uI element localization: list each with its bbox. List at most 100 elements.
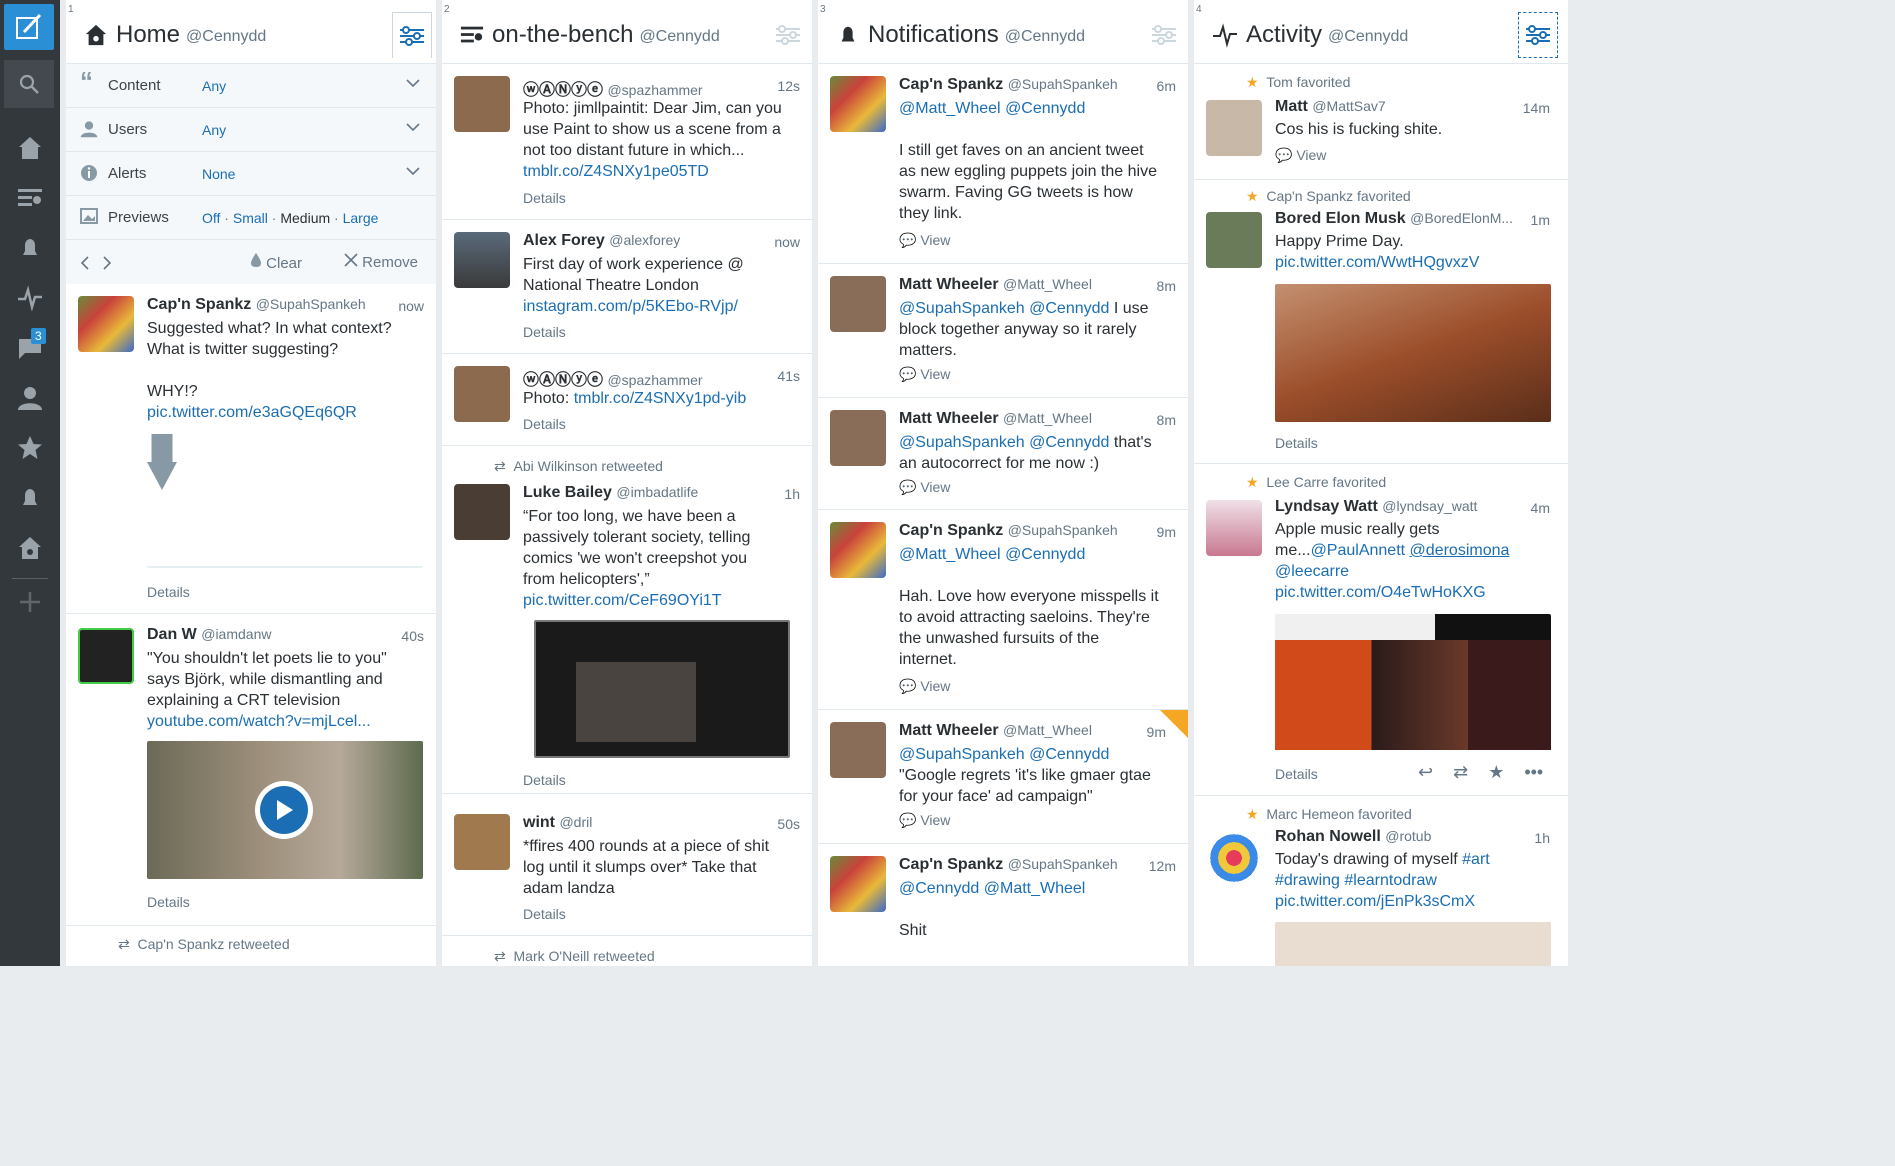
view-conversation[interactable]: 💬 View [899,812,950,829]
tweet-time[interactable]: now [774,234,800,250]
activity-item[interactable]: ★ Cap'n Spankz favorited Bored Elon Musk… [1194,180,1568,464]
tweet-author-name[interactable]: Bored Elon Musk [1275,210,1406,227]
mention-link[interactable]: @Matt_Wheel [899,546,1001,563]
alerts-filter-row[interactable]: Alerts None [66,152,436,196]
tweet-link[interactable]: pic.twitter.com/O4eTwHoKXG [1275,584,1486,601]
tweet-time[interactable]: 1h [784,486,800,502]
avatar[interactable] [830,76,886,132]
users-value[interactable]: Any [202,122,226,138]
avatar[interactable] [830,522,886,578]
retweeted-by[interactable]: Cap'n Spankz retweeted [138,936,290,952]
tweet-time[interactable]: 4m [1531,500,1550,516]
tweet-author-handle[interactable]: @spazhammer [607,82,702,98]
tweet[interactable]: Cap'n Spankz @SupahSpankeh 9m @Matt_Whee… [818,510,1188,710]
hashtag-link[interactable]: #art [1462,851,1490,868]
tweet-details-link[interactable]: Details [1275,435,1318,451]
tweet-author-handle[interactable]: @Matt_Wheel [1003,276,1092,292]
nav-home-2[interactable] [0,526,60,570]
tweet-author-handle[interactable]: @SupahSpankeh [1008,76,1118,92]
tweet-time[interactable]: 14m [1523,100,1550,116]
preview-medium[interactable]: Medium [280,210,330,226]
tweet-time[interactable]: 9m [1157,524,1176,540]
mention-link[interactable]: @SupahSpankeh [899,300,1025,317]
nav-messages[interactable]: 3 [0,326,60,370]
mention-link[interactable]: @Cennydd [899,880,979,897]
preview-off[interactable]: Off [202,210,220,226]
tweet-author-handle[interactable]: @lyndsay_watt [1382,498,1477,514]
tweet-time[interactable]: 12s [777,78,800,94]
tweet[interactable]: ⓦⒶⓃⓨⓔ @spazhammer 41s Photo: tmblr.co/Z4… [442,354,812,446]
avatar[interactable] [1206,100,1262,156]
tweet-time[interactable]: 8m [1157,412,1176,428]
retweet-icon[interactable]: ⇄ [1453,762,1468,783]
avatar[interactable] [1206,500,1262,556]
tweet-author-name[interactable]: Luke Bailey [523,484,612,501]
clear-button[interactable]: Clear [250,252,302,272]
tweet-time[interactable]: 40s [401,628,424,644]
avatar[interactable] [454,232,510,288]
avatar[interactable] [1206,212,1262,268]
chevron-right-icon[interactable] [102,256,112,270]
tweet-time[interactable]: 1m [1531,212,1550,228]
view-conversation[interactable]: 💬 View [899,479,950,496]
tweet-time[interactable]: 6m [1157,78,1176,94]
tweet-author-handle[interactable]: @iamdanw [201,626,271,642]
more-icon[interactable]: ••• [1524,762,1543,783]
mention-link[interactable]: @SupahSpankeh [899,434,1025,451]
favorited-by[interactable]: Marc Hemeon favorited [1266,806,1412,822]
tweet-author-handle[interactable]: @Matt_Wheel [1003,722,1092,738]
tweet-media[interactable] [1275,614,1551,750]
tweet-author-handle[interactable]: @dril [559,814,592,830]
favorited-by[interactable]: Lee Carre favorited [1266,474,1386,490]
tweet-author-handle[interactable]: @BoredElonM... [1410,210,1513,226]
preview-large[interactable]: Large [343,210,379,226]
avatar[interactable] [454,366,510,422]
favorited-by[interactable]: Cap'n Spankz favorited [1266,188,1410,204]
view-conversation[interactable]: 💬 View [1275,147,1326,164]
tweet-details-link[interactable]: Details [147,894,190,910]
tweet-author-handle[interactable]: @Matt_Wheel [1003,410,1092,426]
tweet[interactable]: ⇄ Mark O'Neill retweeted [442,936,812,966]
mention-link[interactable]: @Cennydd [1005,100,1085,117]
retweeted-by[interactable]: Mark O'Neill retweeted [514,948,655,964]
column-filter-button[interactable] [392,12,432,58]
tweet-time[interactable]: 1h [1534,830,1550,846]
tweet-time[interactable]: 50s [777,816,800,832]
tweet-author-handle[interactable]: @SupahSpankeh [256,296,366,312]
tweet-details-link[interactable]: Details [523,772,566,788]
tweet-link[interactable]: pic.twitter.com/WwtHQgvxzV [1275,254,1479,271]
tweet-details-link[interactable]: Details [523,416,566,432]
preview-small[interactable]: Small [233,210,268,226]
view-conversation[interactable]: 💬 View [899,232,950,249]
avatar[interactable] [830,410,886,466]
column-filter-button[interactable] [1518,12,1558,58]
avatar[interactable] [830,722,886,778]
tweet-link[interactable]: tmblr.co/Z4SNXy1pd-yib [574,390,747,407]
hashtag-link[interactable]: #drawing [1275,872,1340,889]
tweet[interactable]: Cap'n Spankz @SupahSpankeh now Suggested… [66,284,436,614]
nav-activity[interactable] [0,276,60,320]
tweet-author-name[interactable]: Matt Wheeler [899,276,999,293]
tweet[interactable]: ⇄ Cap'n Spankz retweeted [66,926,436,966]
tweet-author-handle[interactable]: @alexforey [609,232,680,248]
mention-link[interactable]: @Cennydd [1029,434,1109,451]
nav-notifications[interactable] [0,226,60,270]
view-conversation[interactable]: 💬 View [899,366,950,383]
chevron-left-icon[interactable] [80,256,90,270]
tweet[interactable]: Matt Wheeler @Matt_Wheel 9m @SupahSpanke… [818,710,1188,844]
tweet[interactable]: ⇄ Abi Wilkinson retweeted Luke Bailey @i… [442,446,812,794]
activity-item[interactable]: ★ Tom favorited Matt @MattSav7 14m Cos h… [1194,64,1568,180]
tweet-author-handle[interactable]: @SupahSpankeh [1008,856,1118,872]
tweet-media[interactable] [147,434,423,568]
mention-link[interactable]: @Matt_Wheel [984,880,1086,897]
tweet-link[interactable]: instagram.com/p/5KEbo-RVjp/ [523,298,738,315]
avatar[interactable] [78,296,134,352]
users-filter-row[interactable]: Users Any [66,108,436,152]
tweet[interactable]: Matt Wheeler @Matt_Wheel 8m @SupahSpanke… [818,264,1188,398]
tweet-author-handle[interactable]: @imbadatlife [616,484,698,500]
nav-list[interactable] [0,176,60,220]
tweet-time[interactable]: 9m [1147,724,1166,740]
content-value[interactable]: Any [202,78,226,94]
tweet-author-name[interactable]: Matt Wheeler [899,722,999,739]
tweet-details-link[interactable]: Details [147,584,190,600]
